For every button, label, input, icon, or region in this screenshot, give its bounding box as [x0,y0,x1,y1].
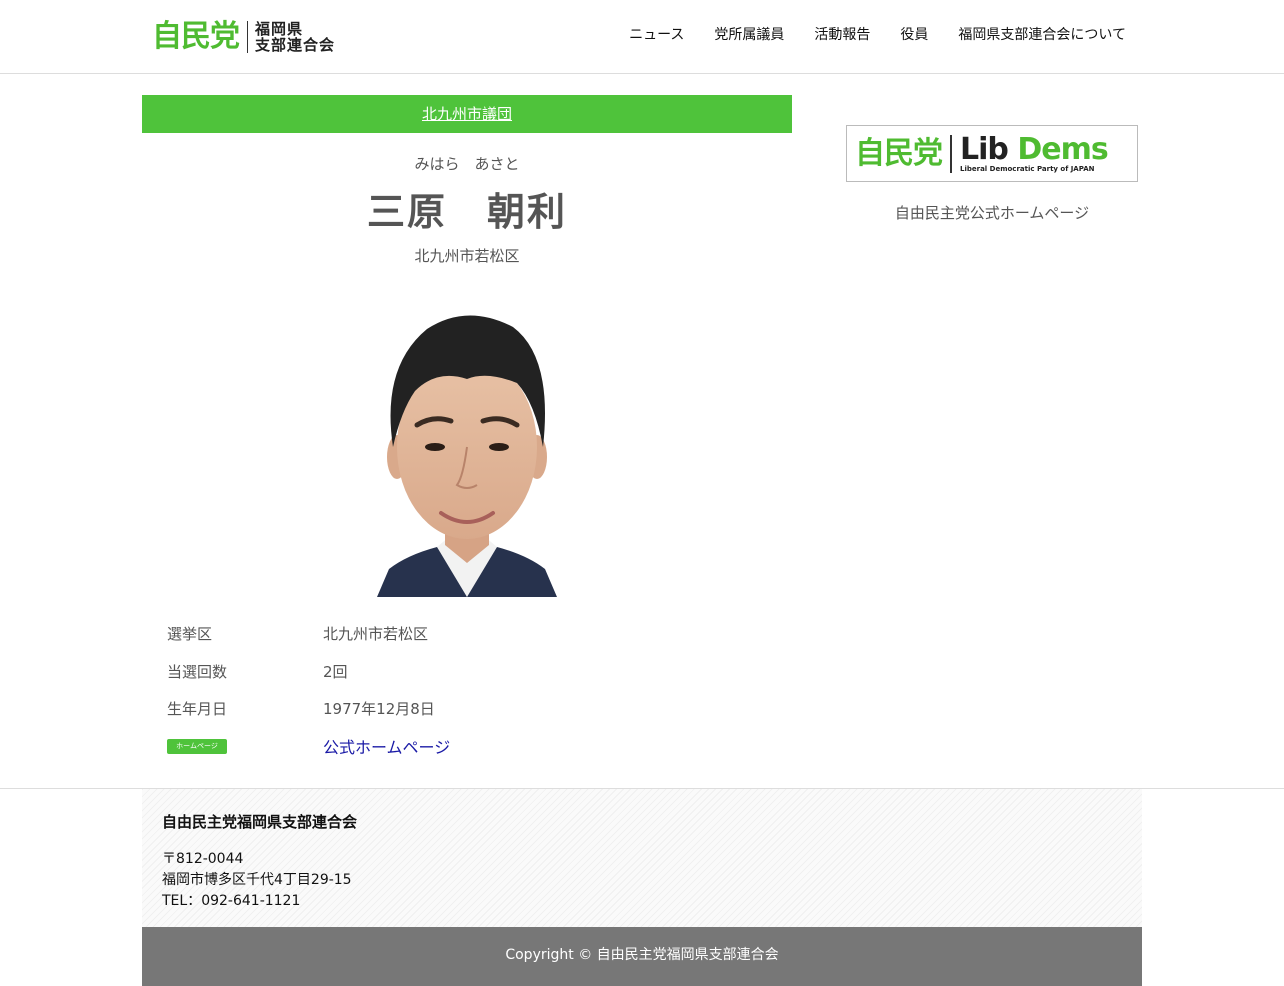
footer-address-block: 〒812-0044 福岡市博多区千代4丁目29-15 TEL：092-641-1… [162,849,352,912]
profile-value-birthdate: 1977年12月8日 [323,700,435,719]
nav-item-news[interactable]: ニュース [629,25,684,45]
member-name: 三原 朝利 [366,190,567,234]
table-row: 選挙区 北九州市若松区 [167,615,450,653]
official-homepage-link[interactable]: 公式ホームページ [323,738,450,757]
footer-address: 福岡市博多区千代4丁目29-15 [162,872,352,888]
logo-sub-line2: 支部連合会 [255,36,336,54]
nav-item-about[interactable]: 福岡県支部連合会について [958,25,1126,45]
logo-sub-text: 福岡県 支部連合会 [255,21,335,53]
group-banner: 北九州市議団 [142,95,792,133]
site-header: 自民党 福岡県 支部連合会 ニュース 党所属議員 活動報告 役員 福岡県支部連合… [0,0,1284,74]
banner-libdems-wordmark: Lib Dems [960,131,1109,167]
profile-label-birthdate: 生年月日 [167,700,228,719]
member-name-kana: みはら あさと [414,155,520,173]
banner-divider [950,134,952,173]
profile-label-terms: 当選回数 [167,662,228,681]
homepage-badge: ホームページ [167,739,227,755]
table-row: ホームページ 公式ホームページ [167,728,450,766]
banner-libdems-logo: Lib Dems Liberal Democratic Party of JAP… [960,131,1109,173]
profile-table: 選挙区 北九州市若松区 当選回数 2回 生年月日 1977年12月8日 ホームペ… [167,615,450,765]
homepage-link-cell: 公式ホームページ [323,728,450,766]
footer-copyright: Copyright © 自由民主党福岡県支部連合会 [142,927,1142,986]
footer-postal: 〒812-0044 [162,851,244,867]
sidebar-caption: 自由民主党公式ホームページ [894,204,1090,222]
banner-ldp-text: 自民党 [855,135,943,171]
logo-divider [247,21,248,53]
footer-tel: TEL：092-641-1121 [162,893,301,909]
banner-libdems-subtitle: Liberal Democratic Party of JAPAN [960,164,1095,173]
homepage-badge-cell: ホームページ [167,728,323,766]
banner-lib-text: Lib [960,131,1009,167]
group-link[interactable]: 北九州市議団 [422,105,512,123]
table-row: 生年月日 1977年12月8日 [167,690,450,728]
main-nav: ニュース 党所属議員 活動報告 役員 福岡県支部連合会について [599,25,1126,45]
profile-label-district: 選挙区 [167,625,213,644]
member-district: 北九州市若松区 [414,247,520,265]
banner-dems-text: Dems [1017,131,1108,167]
member-profile: 北九州市議団 みはら あさと 三原 朝利 北九州市若松区 選挙区 北九州市若松区… [142,95,792,757]
member-photo [367,307,567,597]
ldp-official-banner[interactable]: 自民党 Lib Dems Liberal Democratic Party of… [846,125,1138,182]
profile-value-terms: 2回 [323,662,348,681]
nav-item-activity[interactable]: 活動報告 [814,25,870,45]
logo-sub-line1: 福岡県 [255,20,304,38]
profile-value-district: 北九州市若松区 [323,625,429,644]
logo-main-text: 自民党 [152,19,240,54]
nav-item-officers[interactable]: 役員 [900,25,928,45]
site-logo[interactable]: 自民党 福岡県 支部連合会 [152,18,335,56]
member-portrait-image [367,307,567,597]
nav-item-members[interactable]: 党所属議員 [714,25,784,45]
footer-org-name: 自由民主党福岡県支部連合会 [162,813,358,831]
footer-info: 自由民主党福岡県支部連合会 〒812-0044 福岡市博多区千代4丁目29-15… [142,789,1142,927]
table-row: 当選回数 2回 [167,653,450,691]
